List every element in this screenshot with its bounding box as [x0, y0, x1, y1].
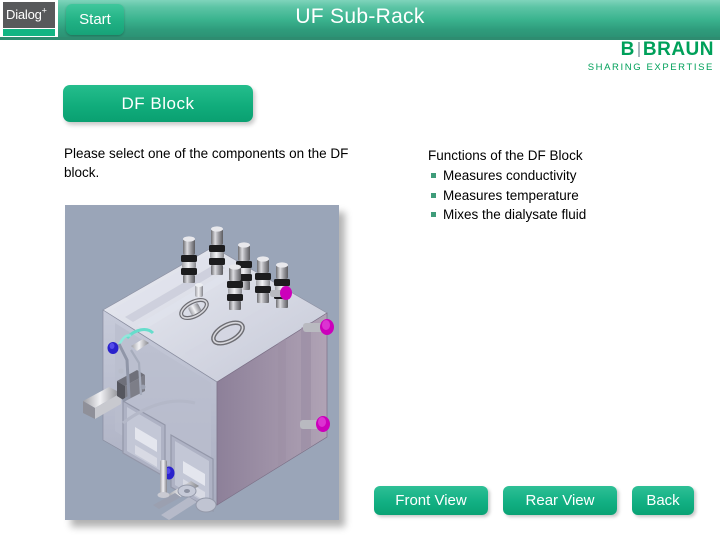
square-bullet-icon: [431, 212, 436, 217]
back-button-label: Back: [646, 492, 680, 509]
list-item-label: Measures conductivity: [443, 168, 577, 183]
header-bar: Dialog+ Start UF Sub-Rack: [0, 0, 720, 40]
df-block-illustration[interactable]: [65, 205, 339, 520]
df-block-3d-render: [65, 205, 339, 520]
instruction-text: Please select one of the components on t…: [64, 146, 349, 180]
functions-panel-title: Functions of the DF Block: [428, 148, 583, 163]
rear-view-button-label: Rear View: [525, 492, 595, 509]
dialog-logo-accent-bar: [3, 29, 55, 36]
functions-list: Measures conductivity Measures temperatu…: [428, 166, 693, 225]
back-button[interactable]: Back: [632, 486, 694, 515]
front-view-button[interactable]: Front View: [374, 486, 488, 515]
front-view-button-label: Front View: [395, 492, 467, 509]
bbraun-logo: B BRAUN SHARING EXPERTISE: [572, 40, 714, 74]
square-bullet-icon: [431, 173, 436, 178]
list-item: Measures conductivity: [428, 166, 693, 186]
list-item: Measures temperature: [428, 186, 693, 206]
bbraun-tagline: SHARING EXPERTISE: [587, 62, 714, 73]
list-item: Mixes the dialysate fluid: [428, 205, 693, 225]
bbraun-name: BRAUN: [642, 39, 714, 60]
hotspot-blue-upper: [107, 342, 119, 354]
rear-view-button[interactable]: Rear View: [503, 486, 617, 515]
df-block-title-button[interactable]: DF Block: [63, 85, 253, 122]
df-block-title-label: DF Block: [121, 94, 195, 113]
bbraun-wordmark: B BRAUN: [572, 40, 714, 60]
list-item-label: Mixes the dialysate fluid: [443, 207, 587, 222]
functions-panel: Functions of the DF Block Measures condu…: [428, 146, 693, 225]
slide-root: Dialog+ Start UF Sub-Rack B BRAUN SHARING…: [0, 0, 720, 540]
bbraun-divider: [637, 42, 640, 57]
bbraun-initial: B: [620, 39, 635, 60]
square-bullet-icon: [431, 192, 436, 198]
page-title: UF Sub-Rack: [295, 5, 425, 28]
list-item-label: Measures temperature: [443, 187, 579, 203]
